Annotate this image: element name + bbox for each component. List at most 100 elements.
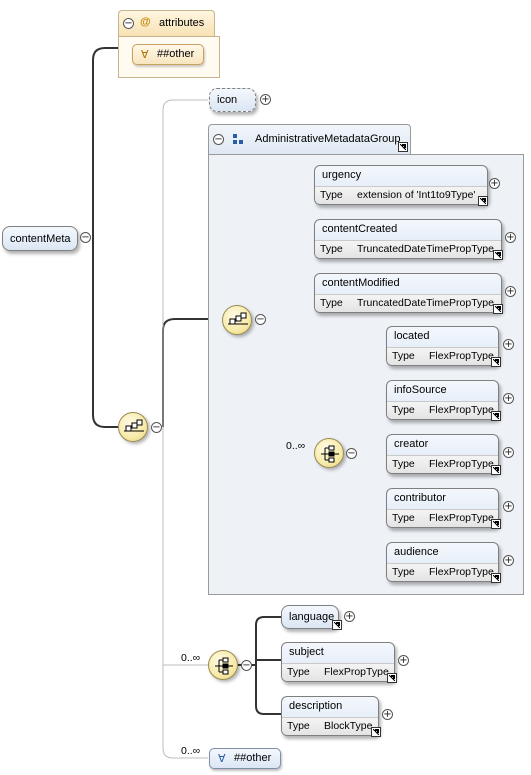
element-audience[interactable]: audience Type FlexPropType <box>386 542 499 582</box>
any-element-other[interactable]: ∀ ##other <box>209 748 281 769</box>
contributor-type-value: FlexPropType <box>429 512 494 524</box>
lower-choice-compositor[interactable] <box>208 650 238 680</box>
audience-type-row: Type FlexPropType <box>387 563 498 581</box>
element-located[interactable]: located Type FlexPropType <box>386 326 499 366</box>
located-type-key: Type <box>392 350 415 362</box>
expand-description-toggle[interactable]: + <box>382 709 393 720</box>
contentcreated-type-value: TruncatedDateTimePropType <box>357 243 494 255</box>
root-element-label: contentMeta <box>10 233 71 245</box>
expand-contentcreated-toggle[interactable]: + <box>505 232 516 243</box>
collapse-group-toggle[interactable]: − <box>213 134 224 145</box>
group-reference-icon <box>398 142 408 152</box>
contentcreated-type-key: Type <box>320 243 343 255</box>
choice-compositor[interactable] <box>314 438 344 468</box>
subject-type-key: Type <box>287 666 310 678</box>
group-sequence-compositor[interactable] <box>222 305 252 335</box>
urgency-type-value: extension of 'Int1to9Type' <box>357 189 476 201</box>
expand-infosource-toggle[interactable]: + <box>503 393 514 404</box>
description-reference-icon <box>371 727 381 737</box>
any-attribute-other[interactable]: ∀ ##other <box>132 44 204 65</box>
for-all-icon: ∀ <box>218 753 226 765</box>
description-type-value: BlockType <box>324 720 373 732</box>
group-tab-administrative-metadata[interactable]: − AdministrativeMetadataGroup <box>208 124 411 154</box>
attributes-label: attributes <box>159 17 205 29</box>
contentmodified-type-row: Type TruncatedDateTimePropType <box>315 294 501 312</box>
element-creator[interactable]: creator Type FlexPropType <box>386 434 499 474</box>
line-to-sequence <box>92 238 118 428</box>
subject-type-value: FlexPropType <box>324 666 389 678</box>
urgency-label: urgency <box>322 169 362 181</box>
contentmodified-type-value: TruncatedDateTimePropType <box>357 297 494 309</box>
collapse-attributes-toggle[interactable]: − <box>123 18 134 29</box>
collapse-choice-toggle[interactable]: − <box>346 448 357 459</box>
contributor-type-row: Type FlexPropType <box>387 509 498 527</box>
for-all-icon: ∀ <box>141 49 149 61</box>
choice-icon <box>215 657 233 675</box>
located-label: located <box>394 330 430 342</box>
expand-contributor-toggle[interactable]: + <box>503 501 514 512</box>
collapse-group-sequence-toggle[interactable]: − <box>255 314 266 325</box>
creator-type-value: FlexPropType <box>429 458 494 470</box>
contributor-type-key: Type <box>392 512 415 524</box>
contributor-label: contributor <box>394 492 446 504</box>
infosource-label: infoSource <box>394 384 447 396</box>
infosource-type-row: Type FlexPropType <box>387 401 498 419</box>
expand-audience-toggle[interactable]: + <box>503 555 514 566</box>
located-reference-icon <box>491 357 501 367</box>
any-other-occurrence-label: 0..∞ <box>181 745 201 757</box>
expand-urgency-toggle[interactable]: + <box>489 178 500 189</box>
element-subject[interactable]: subject Type FlexPropType <box>281 642 395 682</box>
infosource-type-key: Type <box>392 404 415 416</box>
element-contributor[interactable]: contributor Type FlexPropType <box>386 488 499 528</box>
contentcreated-reference-icon <box>493 250 503 260</box>
element-infosource[interactable]: infoSource Type FlexPropType <box>386 380 499 420</box>
choice-icon <box>321 445 339 463</box>
creator-reference-icon <box>491 465 501 475</box>
sequence-icon <box>228 312 248 325</box>
sequence-compositor[interactable] <box>118 412 148 442</box>
expand-subject-toggle[interactable]: + <box>398 655 409 666</box>
collapse-root-toggle[interactable]: − <box>80 232 91 243</box>
contentcreated-type-row: Type TruncatedDateTimePropType <box>315 240 501 258</box>
element-urgency[interactable]: urgency Type extension of 'Int1to9Type' <box>314 165 488 205</box>
collapse-sequence-toggle[interactable]: − <box>151 422 162 433</box>
expand-creator-toggle[interactable]: + <box>503 447 514 458</box>
audience-label: audience <box>394 546 439 558</box>
infosource-reference-icon <box>491 411 501 421</box>
audience-type-key: Type <box>392 566 415 578</box>
collapse-lower-choice-toggle[interactable]: − <box>241 660 252 671</box>
urgency-reference-icon <box>478 196 488 206</box>
urgency-type-key: Type <box>320 189 343 201</box>
creator-type-key: Type <box>392 458 415 470</box>
contributor-reference-icon <box>491 519 501 529</box>
element-contentcreated[interactable]: contentCreated Type TruncatedDateTimePro… <box>314 219 502 259</box>
expand-contentmodified-toggle[interactable]: + <box>505 286 516 297</box>
element-contentmodified[interactable]: contentModified Type TruncatedDateTimePr… <box>314 273 502 313</box>
audience-reference-icon <box>491 573 501 583</box>
expand-icon-toggle[interactable]: + <box>260 94 271 105</box>
language-reference-icon <box>332 620 342 630</box>
element-icon[interactable]: icon <box>209 88 256 112</box>
contentcreated-label: contentCreated <box>322 223 398 235</box>
root-element-contentmeta[interactable]: contentMeta <box>2 226 78 251</box>
group-icon <box>233 134 243 144</box>
element-language[interactable]: language <box>281 605 339 629</box>
lower-choice-occurrence-label: 0..∞ <box>181 652 201 664</box>
urgency-type-row: Type extension of 'Int1to9Type' <box>315 186 487 204</box>
sequence-icon <box>124 419 144 432</box>
icon-element-label: icon <box>217 94 238 106</box>
located-type-value: FlexPropType <box>429 350 494 362</box>
audience-type-value: FlexPropType <box>429 566 494 578</box>
description-label: description <box>289 700 343 712</box>
located-type-row: Type FlexPropType <box>387 347 498 365</box>
description-type-key: Type <box>287 720 310 732</box>
element-description[interactable]: description Type BlockType <box>281 696 379 736</box>
group-label: AdministrativeMetadataGroup <box>255 133 401 145</box>
any-element-label: ##other <box>234 752 272 764</box>
contentmodified-reference-icon <box>493 304 503 314</box>
expand-language-toggle[interactable]: + <box>344 611 355 622</box>
attributes-tab[interactable]: − @ attributes <box>118 10 215 36</box>
any-attribute-label: ##other <box>157 48 195 60</box>
expand-located-toggle[interactable]: + <box>503 339 514 350</box>
description-type-row: Type BlockType <box>282 717 378 735</box>
